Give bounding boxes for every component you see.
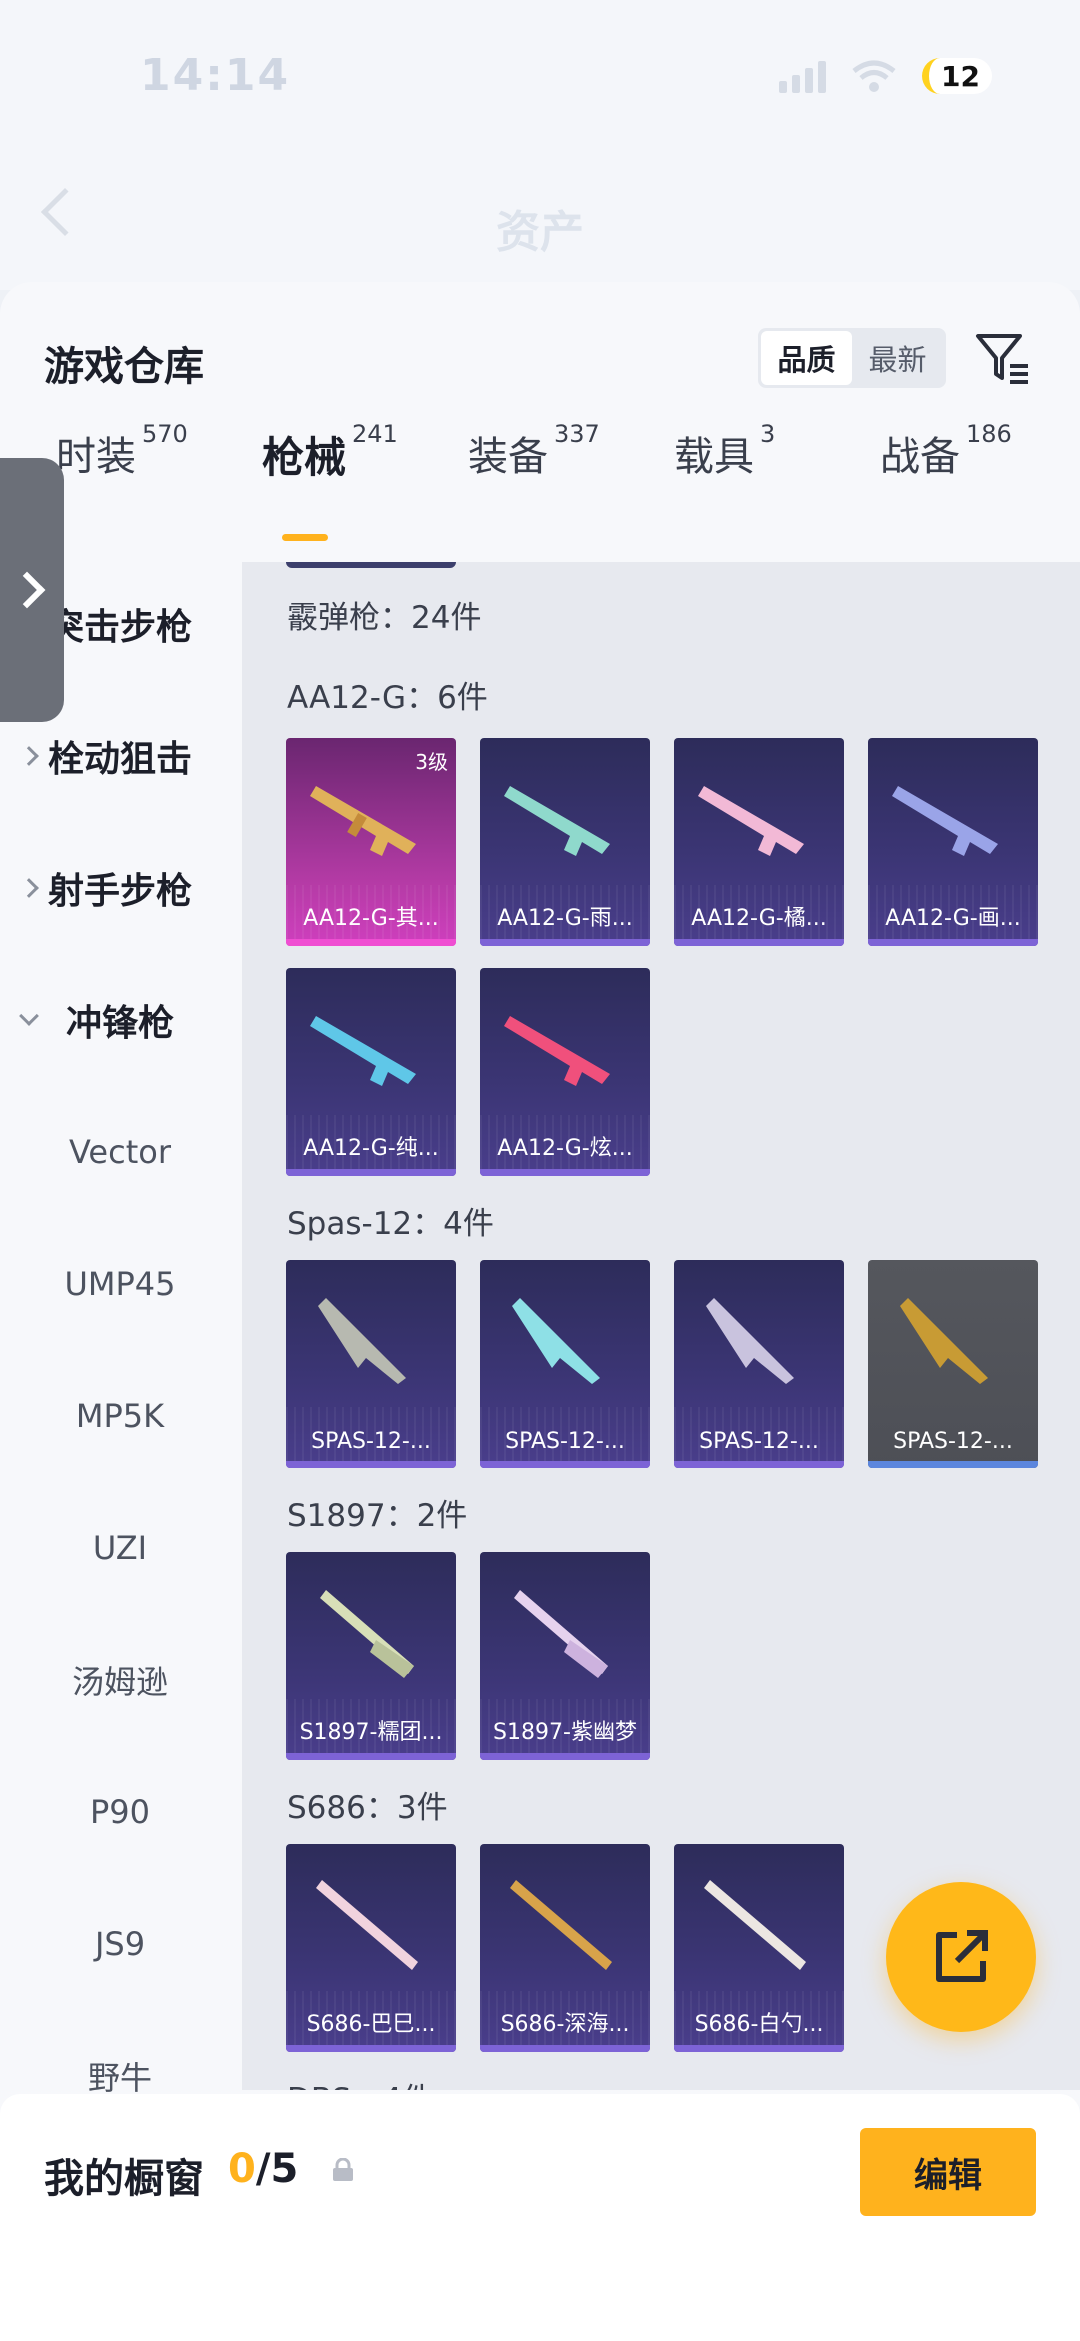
item-name: S1897-糯团... [299,1720,443,1745]
section-label-shotgun: 霰弹枪：24件 [287,600,482,636]
section-label-s686: S686：3件 [287,1790,448,1826]
item-card[interactable]: SPAS-12-... [674,1260,844,1468]
item-card[interactable]: AA12-G-画... [868,738,1038,946]
tab-firearms[interactable]: 枪械 241 [262,420,398,524]
shotgun-icon [320,1590,414,1678]
chevron-down-icon [19,1006,39,1026]
shotgun-icon [310,786,416,856]
sidebar: 突击步枪 栓动狙击 射手步枪 冲锋枪 Vector UMP45 MP5K UZI… [0,0,240,2097]
sidebar-item-smg[interactable]: 冲锋枪 [0,980,240,1060]
lock-icon [333,2158,353,2181]
shotgun-icon [706,1298,794,1384]
item-card[interactable]: SPAS-12-... [868,1260,1038,1468]
item-name: AA12-G-纯... [303,1136,439,1161]
sort-newest-button[interactable]: 最新 [852,331,943,385]
section-label-dbs: DBS：4件 [287,2074,433,2090]
showcase-title: 我的橱窗 [44,2156,204,2202]
sidebar-item-marksman-rifle[interactable]: 射手步枪 [0,848,240,928]
item-name: AA12-G-雨... [497,906,633,931]
sidebar-item-bolt-sniper[interactable]: 栓动狙击 [0,716,240,796]
drawer-handle[interactable] [0,458,64,722]
chevron-right-icon [8,571,46,609]
tab-equipment[interactable]: 装备 337 [468,420,600,524]
shotgun-icon [510,1880,612,1970]
tab-vehicles[interactable]: 载具 3 [674,420,775,524]
item-card[interactable]: AA12-G-雨... [480,738,650,946]
chevron-right-icon [19,746,39,766]
item-name: SPAS-12-... [505,1429,625,1454]
shotgun-icon [504,1016,610,1086]
item-card[interactable]: SPAS-12-... [286,1260,456,1468]
shotgun-icon [316,1880,418,1970]
item-name: SPAS-12-... [311,1429,431,1454]
item-card[interactable]: AA12-G-炫... [480,968,650,1176]
share-button[interactable] [886,1882,1036,2032]
item-card[interactable]: S1897-紫幽梦 [480,1552,650,1760]
external-link-icon [936,1930,988,1982]
shotgun-icon [318,1298,406,1384]
item-card[interactable]: AA12-G-橘... [674,738,844,946]
status-icons: 12 [779,58,992,94]
sidebar-item-vector[interactable]: Vector [0,1112,240,1192]
sort-toggle: 品质 最新 [758,328,946,388]
section-label-s1897: S1897：2件 [287,1498,468,1534]
signal-icon [779,59,827,93]
shotgun-icon [512,1298,600,1384]
sidebar-item-thompson[interactable]: 汤姆逊 [0,1640,240,1720]
tab-supplies[interactable]: 战备 186 [880,420,1012,524]
item-card[interactable]: SPAS-12-... [480,1260,650,1468]
wifi-icon [852,60,896,92]
shotgun-icon [514,1590,608,1678]
item-name: AA12-G-其... [303,906,439,931]
item-name: AA12-G-炫... [497,1136,633,1161]
shotgun-icon [900,1298,988,1384]
item-name: S686-深海... [500,2012,630,2037]
filter-icon[interactable] [972,328,1032,388]
shotgun-icon [504,786,610,856]
item-card[interactable]: S686-白勺... [674,1844,844,2052]
showcase-count: 0/5 [228,2146,299,2192]
shotgun-icon [704,1880,806,1970]
item-name: SPAS-12-... [699,1429,819,1454]
item-name: AA12-G-画... [885,906,1021,931]
shotgun-icon [310,1016,416,1086]
item-grid-area: 霰弹枪：24件 AA12-G：6件 3级 AA12-G-其... AA12-G-… [242,562,1080,2090]
item-card[interactable]: S686-深海... [480,1844,650,2052]
sidebar-item-uzi[interactable]: UZI [0,1508,240,1588]
item-name: SPAS-12-... [893,1429,1013,1454]
item-name: S686-巴巳... [306,2012,436,2037]
active-tab-indicator [282,534,328,541]
chevron-right-icon [19,878,39,898]
section-label-aa12: AA12-G：6件 [287,680,488,716]
sidebar-item-ump45[interactable]: UMP45 [0,1244,240,1324]
item-name: AA12-G-橘... [691,906,827,931]
shotgun-icon [892,786,998,856]
battery-indicator: 12 [922,58,992,94]
item-name: S686-白勺... [694,2012,824,2037]
item-card[interactable]: 3级 AA12-G-其... [286,738,456,946]
section-label-spas12: Spas-12：4件 [287,1206,494,1242]
item-card[interactable]: AA12-G-纯... [286,968,456,1176]
previous-card-edge [286,562,456,568]
sort-quality-button[interactable]: 品质 [761,331,852,385]
item-card[interactable]: S686-巴巳... [286,1844,456,2052]
shotgun-icon [698,786,804,856]
sidebar-item-p90[interactable]: P90 [0,1772,240,1852]
item-name: S1897-紫幽梦 [493,1720,637,1745]
sidebar-item-js9[interactable]: JS9 [0,1904,240,1984]
showcase-bar: 我的橱窗 0/5 编辑 [0,2094,1080,2341]
item-card[interactable]: S1897-糯团... [286,1552,456,1760]
sidebar-item-mp5k[interactable]: MP5K [0,1376,240,1456]
edit-button[interactable]: 编辑 [860,2128,1036,2216]
